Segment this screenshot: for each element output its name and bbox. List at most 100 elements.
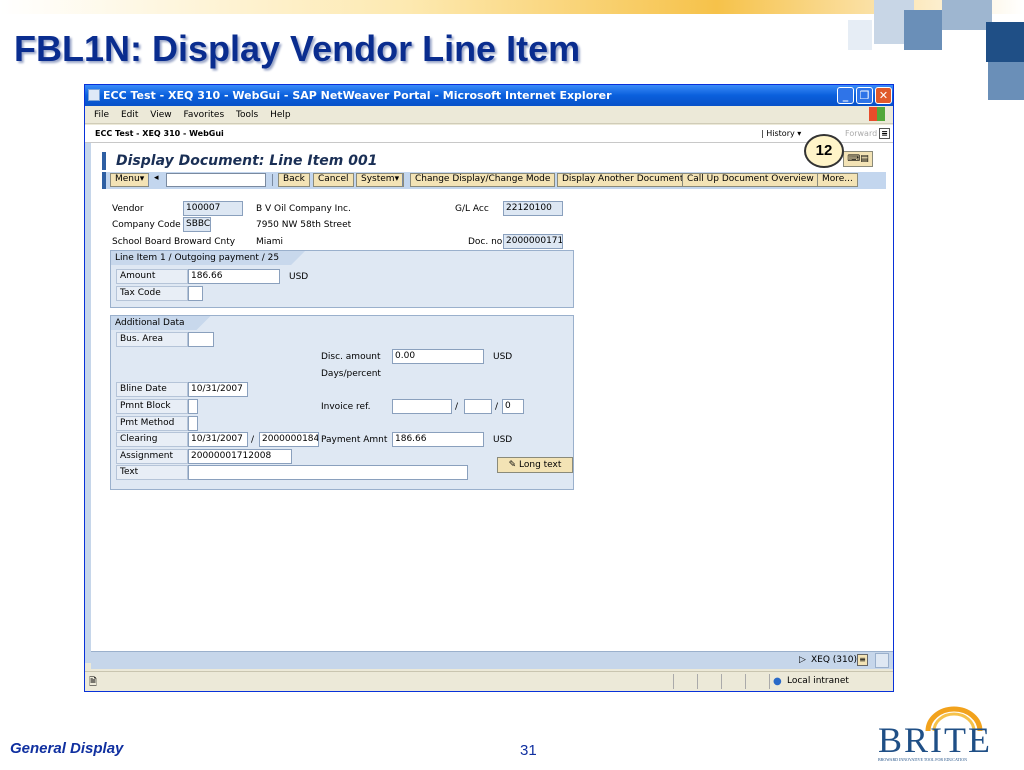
display-another-document-button[interactable]: Display Another Document: [557, 173, 689, 187]
days-percent-label: Days/percent: [321, 369, 381, 379]
invoice-item-field[interactable]: 0: [502, 399, 524, 414]
portal-menu-icon[interactable]: ≡: [879, 128, 890, 139]
status-info-icon[interactable]: ≡: [857, 654, 868, 666]
sap-content: Display Document: Line Item 001 ⌨▤ Menu▾…: [91, 143, 893, 663]
separator: [148, 174, 149, 186]
cancel-button[interactable]: Cancel: [313, 173, 354, 187]
line-item-group: Line Item 1 / Outgoing payment / 25 Amou…: [110, 250, 574, 308]
browser-window: ECC Test - XEQ 310 - WebGui - SAP NetWea…: [84, 84, 894, 692]
status-divider: [697, 674, 698, 689]
clearing-date-field[interactable]: 10/31/2007: [188, 432, 248, 447]
portal-bar: ECC Test - XEQ 310 - WebGui | History ▾ …: [85, 125, 893, 143]
line-item-heading: Line Item 1 / Outgoing payment / 25: [111, 251, 305, 265]
status-divider: [721, 674, 722, 689]
glacc-field[interactable]: 22120100: [503, 201, 563, 216]
windows-logo-icon: [869, 107, 885, 121]
brite-logo: BRITE BROWARD INNOVATIVE TOOL FOR EDUCAT…: [876, 705, 1016, 765]
company-name: School Board Broward Cnty: [112, 237, 236, 247]
clearing-label: Clearing: [116, 432, 188, 447]
separator: [272, 174, 273, 186]
additional-data-heading: Additional Data: [111, 316, 211, 330]
status-divider: [673, 674, 674, 689]
vendor-label: Vendor: [112, 204, 144, 214]
disc-currency: USD: [493, 352, 513, 362]
back-button[interactable]: Back: [278, 173, 310, 187]
scroll-left-icon[interactable]: ◂: [154, 173, 159, 183]
pmnt-block-field[interactable]: [188, 399, 198, 414]
doc-no-field[interactable]: 2000000171: [503, 234, 563, 249]
text-label: Text: [116, 465, 188, 480]
amount-field[interactable]: 186.66: [188, 269, 280, 284]
change-mode-button[interactable]: Change Display/Change Mode: [410, 173, 556, 187]
menu-help[interactable]: Help: [270, 110, 291, 120]
status-divider: [745, 674, 746, 689]
slide-title: FBL1N: Display Vendor Line Item: [14, 28, 581, 69]
status-divider: [769, 674, 770, 689]
command-field[interactable]: [166, 173, 266, 187]
company-code-field[interactable]: SBBC: [183, 217, 211, 232]
footer-label: General Display: [10, 740, 124, 757]
invoice-separator: /: [455, 402, 459, 412]
company-code-label: Company Code: [112, 220, 181, 230]
assignment-label: Assignment: [116, 449, 188, 464]
window-title: ECC Test - XEQ 310 - WebGui - SAP NetWea…: [103, 89, 612, 102]
brite-wordmark: BRITE: [878, 720, 992, 760]
history-dropdown[interactable]: | History ▾: [761, 125, 801, 143]
disc-amount-field[interactable]: 0.00: [392, 349, 484, 364]
status-expand-icon[interactable]: ▷: [799, 655, 806, 665]
page-icon: 🗎: [89, 677, 98, 688]
system-button[interactable]: System▾: [356, 173, 405, 187]
call-up-overview-button[interactable]: Call Up Document Overview: [682, 173, 819, 187]
portal-title: ECC Test - XEQ 310 - WebGui: [95, 129, 224, 138]
menu-tools[interactable]: Tools: [236, 110, 258, 120]
brite-tagline: BROWARD INNOVATIVE TOOL FOR EDUCATION: [878, 757, 967, 762]
payment-amount-label: Payment Amnt: [321, 435, 388, 445]
menu-favorites[interactable]: Favorites: [183, 110, 224, 120]
slide-corner-decoration: [848, 0, 1024, 62]
ie-status-bar: 🗎 ● Local intranet: [85, 671, 893, 691]
payment-currency: USD: [493, 435, 513, 445]
long-text-icon: ✎: [508, 460, 517, 470]
window-titlebar: ECC Test - XEQ 310 - WebGui - SAP NetWea…: [85, 85, 893, 106]
amount-label: Amount: [116, 269, 188, 284]
bus-area-label: Bus. Area: [116, 332, 188, 347]
status-resize-icon[interactable]: [875, 653, 889, 668]
zone-label: Local intranet: [787, 676, 849, 686]
long-text-button[interactable]: ✎ Long text: [497, 457, 573, 473]
browser-menubar: File Edit View Favorites Tools Help: [85, 106, 893, 124]
pmt-method-field[interactable]: [188, 416, 198, 431]
payment-amount-field[interactable]: 186.66: [392, 432, 484, 447]
page-title: Display Document: Line Item 001: [102, 152, 882, 170]
ie-icon: [88, 89, 100, 101]
close-button[interactable]: ✕: [875, 87, 892, 104]
clearing-doc-field[interactable]: 2000000184: [259, 432, 319, 447]
text-field[interactable]: [188, 465, 468, 480]
help-icon[interactable]: ⌨▤: [843, 151, 873, 167]
bline-date-field[interactable]: 10/31/2007: [188, 382, 248, 397]
bus-area-field[interactable]: [188, 332, 214, 347]
page-number: 31: [520, 742, 537, 759]
glacc-label: G/L Acc: [455, 204, 489, 214]
menu-edit[interactable]: Edit: [121, 110, 138, 120]
pmnt-block-label: Pmnt Block: [116, 399, 188, 414]
more-button[interactable]: More...: [817, 173, 858, 187]
vendor-field[interactable]: 100007: [183, 201, 243, 216]
separator: [402, 174, 403, 186]
vendor-street: 7950 NW 58th Street: [256, 220, 352, 230]
amount-currency: USD: [289, 272, 309, 282]
invoice-ref-field[interactable]: [392, 399, 452, 414]
vendor-name: B V Oil Company Inc.: [256, 204, 351, 214]
menu-button[interactable]: Menu▾: [110, 173, 150, 187]
invoice-year-field[interactable]: [464, 399, 492, 414]
menu-file[interactable]: File: [94, 110, 109, 120]
menu-view[interactable]: View: [150, 110, 171, 120]
assignment-field[interactable]: 20000001712008: [188, 449, 292, 464]
intranet-globe-icon: ●: [773, 676, 782, 687]
sap-toolbar: Menu▾ ◂ Back Cancel System▾ Change Displ…: [102, 172, 886, 189]
slide-corner-block: [988, 62, 1024, 100]
restore-button[interactable]: ❐: [856, 87, 873, 104]
sap-status-bar: ▷ XEQ (310) ≡: [91, 651, 893, 669]
tax-code-field[interactable]: [188, 286, 203, 301]
forward-link[interactable]: Forward: [845, 125, 877, 143]
minimize-button[interactable]: _: [837, 87, 854, 104]
